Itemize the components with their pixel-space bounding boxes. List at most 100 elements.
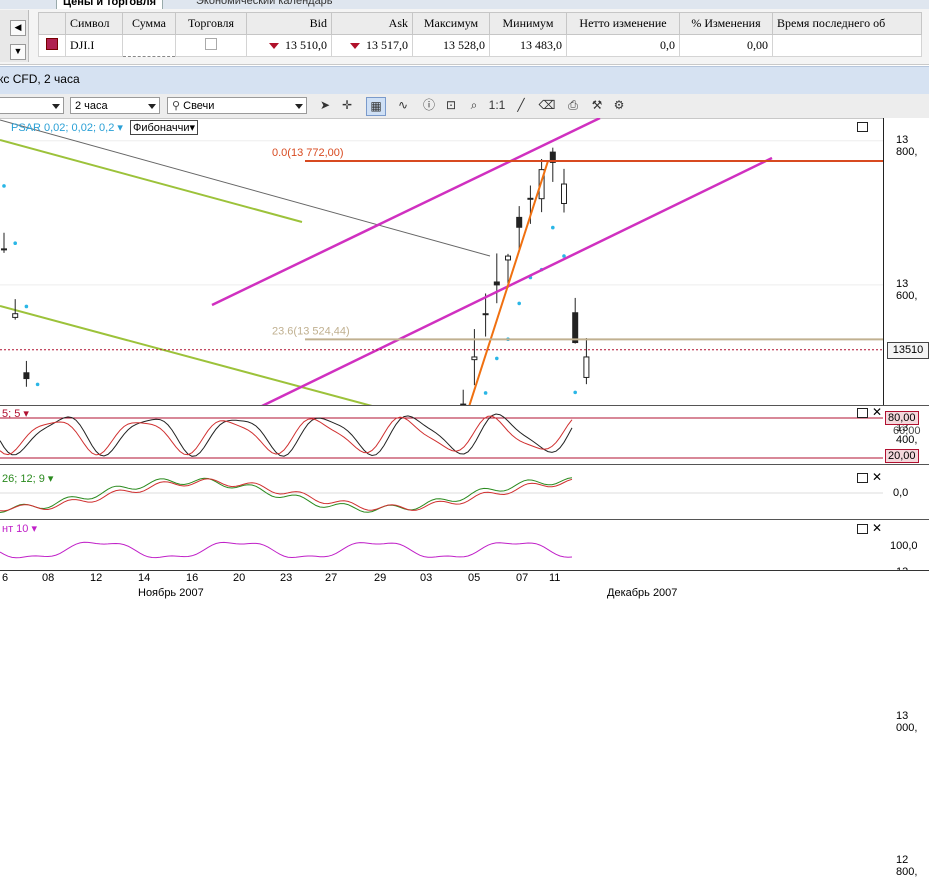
grid-icon[interactable]: ▦ (366, 97, 386, 116)
crosshair-icon[interactable]: ✛ (338, 97, 356, 114)
header-trade[interactable]: Торговля (175, 12, 247, 35)
date-tick-label: 14 (138, 572, 151, 584)
momentum-label[interactable]: нт 10 ▾ (2, 522, 37, 535)
down-arrow-icon (350, 43, 360, 50)
header-net-change[interactable]: Нетто изменение (566, 12, 680, 35)
price-tick-label: 12 800, (896, 854, 918, 878)
date-tick-label: 07 (516, 572, 529, 584)
candle-body (1, 248, 7, 251)
zoom-icon[interactable]: ⌕ (465, 97, 483, 114)
macd-label[interactable]: 26; 12; 9 ▾ (2, 472, 53, 485)
chevron-down-icon (295, 104, 303, 109)
maximize-icon[interactable] (857, 408, 868, 418)
price-tick-label: 13 800, (896, 133, 918, 158)
info-icon[interactable]: ⓘ (420, 97, 438, 114)
header-amount[interactable]: Сумма (122, 12, 176, 35)
stoch-level-high: 80,00 (885, 411, 919, 425)
symbol-combo[interactable] (0, 97, 64, 114)
psar-dot (551, 225, 555, 230)
chart-window-title-bar[interactable] (0, 66, 929, 95)
header-last-time[interactable]: Время последнего об (772, 12, 922, 35)
cell-amount-input[interactable] (122, 34, 176, 57)
candle-body (23, 372, 30, 380)
candles-icon: ⚲ (172, 100, 181, 112)
chart-type-select[interactable]: ⚲ Свечи (167, 97, 307, 114)
tools-icon[interactable]: ⚒ (588, 97, 606, 114)
zoom-reset-icon[interactable]: 1:1 (488, 97, 506, 114)
tab-strip: Цены и торговля Экономический календарь (0, 0, 929, 9)
cell-ask: 13 517,0 (331, 34, 413, 57)
macd-zero-level: 0,0 (893, 487, 909, 499)
header-pct-change[interactable]: % Изменения (679, 12, 773, 35)
close-icon[interactable]: ✕ (872, 522, 882, 534)
momentum-line (0, 541, 573, 559)
chevron-down-icon (148, 104, 156, 109)
cell-trade-checkbox[interactable] (175, 34, 247, 57)
maximize-icon[interactable] (857, 122, 868, 132)
macd-pane[interactable] (0, 465, 883, 519)
fib-level-label: 0.0(13 772,00) (272, 147, 344, 159)
psar-dot (24, 304, 29, 309)
candle-body (583, 356, 590, 378)
date-tick-label: 6 (2, 572, 9, 584)
header-high[interactable]: Максимум (412, 12, 490, 35)
momentum-level: 100,0 (890, 540, 918, 552)
date-tick-label: 16 (186, 572, 199, 584)
close-icon[interactable]: ✕ (872, 471, 882, 483)
tab-prices-trading[interactable]: Цены и торговля (56, 0, 164, 9)
trade-checkbox[interactable] (205, 37, 217, 50)
dropdown-arrow-icon[interactable]: ▼ (10, 44, 26, 60)
eraser-icon[interactable]: ⌫ (538, 97, 556, 114)
price-axis[interactable]: 13510 13 800,13 600,13 400,13 200,13 000… (883, 118, 929, 878)
channel-line (261, 156, 773, 406)
tab-economic-calendar[interactable]: Экономический календарь (190, 0, 339, 8)
trendline-icon[interactable]: ╱ (512, 97, 530, 114)
date-tick-label: 27 (325, 572, 338, 584)
maximize-icon[interactable] (857, 473, 868, 483)
date-axis[interactable]: 6 08 12 14 16 20 23 27 29 03 05 07 11 Ноябрь 2007 Дека… (0, 570, 929, 599)
date-tick-label: 08 (42, 572, 55, 584)
month-label: Ноябрь 2007 (138, 587, 204, 599)
header-ask[interactable]: Ask (331, 12, 413, 35)
momentum-pane[interactable] (0, 520, 883, 570)
stochastic-pane[interactable] (0, 406, 883, 464)
indicators-icon[interactable]: ∿ (394, 97, 412, 114)
date-tick-label: 29 (374, 572, 387, 584)
channel-line (0, 305, 373, 406)
psar-dot (13, 241, 17, 246)
header-low[interactable]: Минимум (489, 12, 567, 35)
zoom-area-icon[interactable]: ⊡ (442, 97, 460, 114)
date-tick-label: 05 (468, 572, 481, 584)
cell-symbol[interactable]: DJI.I (65, 34, 123, 57)
stoch-level-mid: 60,00 (893, 425, 921, 437)
cell-bid: 13 510,0 (246, 34, 332, 57)
header-icon-column (38, 12, 66, 35)
header-symbol[interactable]: Символ (65, 12, 123, 35)
chevron-down-icon (52, 104, 60, 109)
candle-body (572, 312, 579, 344)
print-icon[interactable]: ⎙ (564, 97, 582, 114)
chart-icon[interactable] (38, 34, 66, 57)
psar-label[interactable]: PSAR 0,02; 0,02; 0,2 ▾ (11, 121, 123, 134)
macd-signal-line (0, 478, 573, 512)
fibonacci-button[interactable]: Фибоначчи▾ (130, 120, 199, 135)
quote-row[interactable]: DJI.I 13 510,0 13 517,0 13 528,0 13 483,… (38, 34, 922, 57)
last-price-label: 13510 (887, 341, 929, 359)
chevron-left-icon[interactable]: ◀ (10, 20, 26, 36)
chart-type-value: Свечи (183, 100, 215, 112)
settings-icon[interactable]: ⚙ (610, 97, 628, 114)
date-tick-label: 23 (280, 572, 293, 584)
price-chart[interactable]: 0.0(13 772,00)23.6(13 524,44)38.2(13 371… (0, 118, 883, 406)
candle-body (527, 197, 534, 200)
close-icon[interactable]: ✕ (872, 406, 882, 418)
candle-body (561, 183, 567, 204)
stochastic-label[interactable]: 5; 5 ▾ (2, 407, 29, 420)
psar-dot (35, 382, 40, 387)
interval-select[interactable]: 2 часа (70, 97, 160, 114)
maximize-icon[interactable] (857, 524, 868, 534)
cursor-icon[interactable]: ➤ (316, 97, 334, 114)
psar-dot (495, 356, 499, 361)
header-bid[interactable]: Bid (246, 12, 332, 35)
cell-pct-change: 0,00 (679, 34, 773, 57)
fib-level-label: 23.6(13 524,44) (272, 325, 350, 337)
